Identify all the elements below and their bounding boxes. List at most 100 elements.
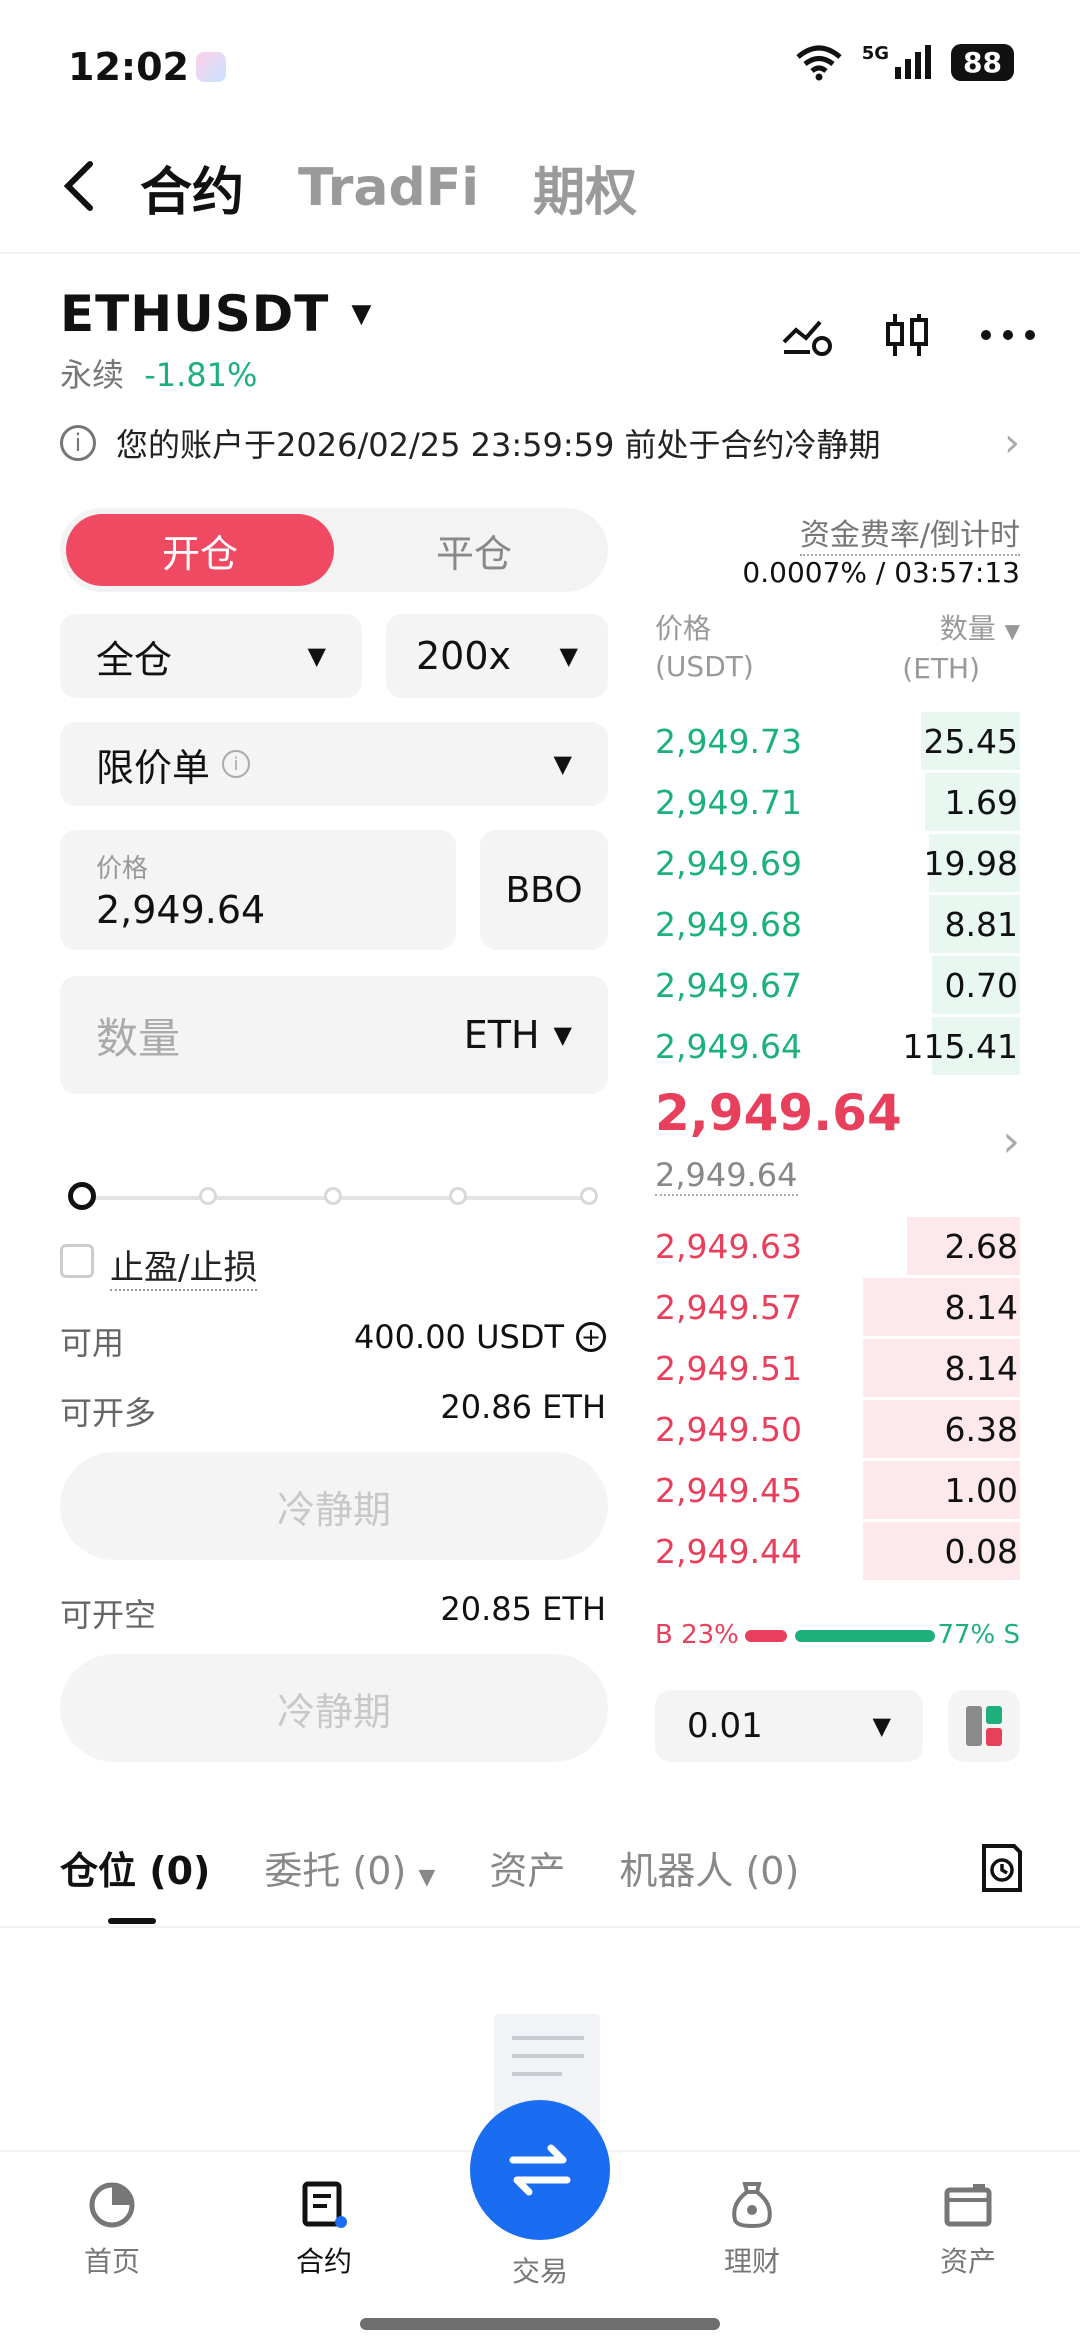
orderbook-row[interactable]: 2,949.73 25.45 — [655, 712, 1020, 770]
row-price: 2,949.64 — [655, 1026, 802, 1066]
quantity-unit: ETH — [463, 1013, 540, 1057]
precision-select[interactable]: 0.01 ▼ — [655, 1690, 923, 1762]
funding-label[interactable]: 资金费率/倒计时 — [799, 510, 1020, 556]
nav-assets[interactable]: 资产 — [860, 2180, 1076, 2280]
orderbook-row[interactable]: 2,949.45 1.00 — [655, 1461, 1020, 1519]
max-short-label: 可开空 — [60, 1596, 157, 1634]
margin-mode-select[interactable]: 全仓 ▼ — [60, 614, 362, 698]
col-qty: 数量 — [939, 612, 996, 645]
caret-down-icon: ▼ — [559, 642, 578, 670]
open-long-button[interactable]: 冷静期 — [60, 1452, 608, 1560]
row-qty: 8.14 — [944, 1348, 1018, 1388]
col-qty-header[interactable]: 数量 ▼ (ETH) — [902, 610, 1020, 688]
tab-close[interactable]: 平仓 — [340, 508, 608, 592]
row-qty: 0.08 — [944, 1531, 1018, 1571]
tab-positions[interactable]: 仓位 (0) — [60, 1840, 210, 1895]
row-price: 2,949.51 — [655, 1348, 802, 1388]
orderbook-row[interactable]: 2,949.44 0.08 — [655, 1522, 1020, 1580]
trade-fab[interactable] — [470, 2100, 610, 2240]
orderbook-row[interactable]: 2,949.63 2.68 — [655, 1217, 1020, 1275]
orderbook-row[interactable]: 2,949.51 8.14 — [655, 1339, 1020, 1397]
quantity-input[interactable]: 数量 ETH ▼ — [60, 976, 608, 1094]
row-qty: 1.00 — [944, 1470, 1018, 1510]
order-type-select[interactable]: 限价单 i ▼ — [60, 722, 608, 806]
earn-icon — [732, 2182, 772, 2229]
chevron-right-icon: › — [1004, 420, 1020, 466]
row-price: 2,949.63 — [655, 1226, 802, 1266]
contract-type: 永续 — [60, 356, 125, 394]
tpsl-checkbox[interactable] — [60, 1244, 94, 1278]
available-label: 可用 — [60, 1324, 125, 1362]
app-notification-icon — [196, 52, 226, 82]
bbo-button[interactable]: BBO — [480, 830, 608, 950]
price-input[interactable]: 价格 2,949.64 — [60, 830, 456, 950]
slider-stop-25[interactable] — [199, 1187, 217, 1205]
nav-home[interactable]: 首页 — [4, 2180, 220, 2280]
orderbook-row[interactable]: 2,949.50 6.38 — [655, 1400, 1020, 1458]
row-qty: 0.70 — [944, 965, 1018, 1005]
nav-earn[interactable]: 理财 — [644, 2180, 860, 2280]
margin-mode-value: 全仓 — [96, 637, 173, 682]
tab-orders[interactable]: 委托 (0) ▼ — [264, 1840, 435, 1895]
layout-toggle-button[interactable] — [948, 1690, 1020, 1762]
more-icon[interactable] — [980, 327, 1036, 343]
slider-stop-50[interactable] — [324, 1187, 342, 1205]
tpsl-label[interactable]: 止盈/止损 — [110, 1240, 258, 1291]
slider-handle[interactable] — [68, 1182, 96, 1210]
orderbook-row[interactable]: 2,949.64 115.41 — [655, 1017, 1020, 1075]
symbol-selector[interactable]: ETHUSDT ▼ — [60, 285, 372, 343]
back-arrow-icon[interactable] — [60, 158, 100, 214]
cooling-notice[interactable]: i 您的账户于2026/02/25 23:59:59 前处于合约冷静期 › — [60, 420, 1020, 466]
symbol-sub: 永续 -1.81% — [60, 350, 257, 396]
buy-ratio: B 23% — [655, 1620, 739, 1650]
row-price: 2,949.67 — [655, 965, 802, 1005]
orderbook-row[interactable]: 2,949.67 0.70 — [655, 956, 1020, 1014]
wifi-icon — [796, 45, 842, 80]
row-price: 2,949.69 — [655, 843, 802, 883]
info-icon[interactable]: i — [222, 750, 251, 778]
nav-trade-label: 交易 — [511, 2255, 568, 2288]
quantity-unit-select[interactable]: ETH ▼ — [464, 1013, 572, 1057]
plus-circle-icon[interactable]: + — [576, 1322, 606, 1352]
header-divider — [0, 252, 1080, 254]
price-value: 2,949.64 — [96, 888, 266, 932]
slider-stop-75[interactable] — [449, 1187, 467, 1205]
tab-open[interactable]: 开仓 — [66, 514, 334, 586]
history-icon[interactable] — [978, 1842, 1026, 1894]
row-qty: 2.68 — [944, 1226, 1018, 1266]
sell-ratio-bar — [794, 1630, 935, 1642]
nav-trade[interactable]: 交易 — [432, 2250, 648, 2290]
row-price: 2,949.57 — [655, 1287, 802, 1327]
leverage-select[interactable]: 200x ▼ — [386, 614, 608, 698]
orderbook-row[interactable]: 2,949.71 1.69 — [655, 773, 1020, 831]
candlestick-icon[interactable] — [882, 310, 932, 360]
chart-settings-icon[interactable] — [780, 312, 834, 358]
row-qty: 25.45 — [923, 721, 1018, 761]
tab-tradfi[interactable]: TradFi — [298, 158, 479, 218]
position-tabs: 仓位 (0) 委托 (0) ▼ 资产 机器人 (0) — [60, 1840, 799, 1895]
col-price-header: 价格 (USDT) — [655, 610, 754, 686]
orderbook-row[interactable]: 2,949.57 8.14 — [655, 1278, 1020, 1336]
col-price-unit: (USDT) — [655, 650, 754, 683]
caret-down-icon: ▼ — [553, 750, 572, 778]
chevron-right-icon[interactable]: › — [1002, 1116, 1020, 1167]
battery-icon: 88 — [951, 44, 1014, 81]
max-long-label: 可开多 — [60, 1394, 157, 1432]
tab-contract[interactable]: 合约 — [140, 150, 244, 225]
mark-price[interactable]: 2,949.64 — [655, 1156, 798, 1196]
tab-assets[interactable]: 资产 — [489, 1840, 565, 1895]
nav-contract[interactable]: 合约 — [216, 2180, 432, 2280]
caret-down-icon: ▼ — [418, 1865, 436, 1890]
tab-options[interactable]: 期权 — [533, 150, 637, 225]
status-indicators: 5G 88 — [794, 43, 1014, 81]
orderbook-row[interactable]: 2,949.68 8.81 — [655, 895, 1020, 953]
row-qty: 115.41 — [902, 1026, 1018, 1066]
open-short-button[interactable]: 冷静期 — [60, 1654, 608, 1762]
leverage-value: 200x — [416, 634, 512, 678]
row-qty: 1.69 — [944, 782, 1018, 822]
slider-stop-100[interactable] — [580, 1187, 598, 1205]
orderbook-row[interactable]: 2,949.69 19.98 — [655, 834, 1020, 892]
buy-ratio-bar — [745, 1630, 787, 1642]
symbol-name: ETHUSDT — [60, 285, 330, 343]
tab-bots[interactable]: 机器人 (0) — [619, 1840, 799, 1895]
